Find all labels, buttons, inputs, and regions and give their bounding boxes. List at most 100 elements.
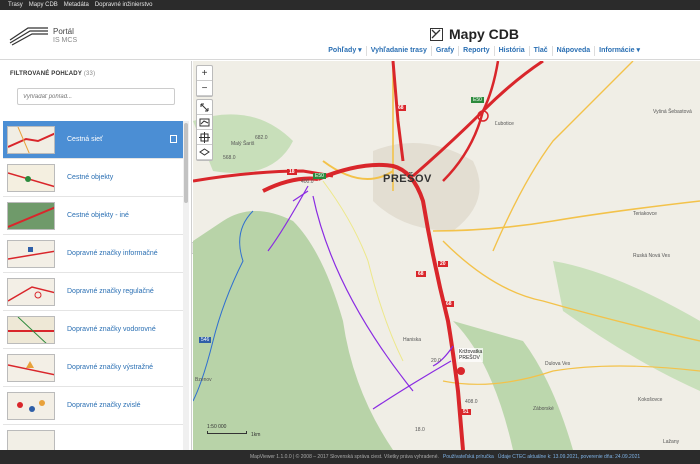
view-item-cestne-objekty[interactable]: Cestné objekty <box>3 159 183 197</box>
view-item-label: Dopravné značky zvislé <box>67 402 141 409</box>
view-thumbnail <box>7 125 55 154</box>
top-link-mapy-cdb[interactable]: Mapy CDB <box>29 2 58 8</box>
elevation-label: 400.0 <box>301 179 314 185</box>
portal-subtitle: IS MCS <box>53 37 78 44</box>
junction-callout: Križovatka PREŠOV <box>458 348 484 362</box>
view-thumbnail <box>7 353 55 382</box>
zoom-in-button[interactable]: + <box>197 66 212 81</box>
top-link-metadata[interactable]: Metadáta <box>64 2 89 8</box>
view-list-scrollbar[interactable] <box>183 121 189 450</box>
place-label: Teriakovce <box>633 211 657 217</box>
nav-napoveda[interactable]: Nápoveda <box>553 46 596 56</box>
elevation-label: 682.0 <box>255 135 268 141</box>
elevation-label: 568.0 <box>223 155 236 161</box>
place-label: Lažany <box>663 439 680 445</box>
place-label: Vyšná Šebastová <box>653 109 692 115</box>
e-road-badge: E50 <box>313 173 326 179</box>
view-list: Cestná sieť Cestné objekty Cestné objekt… <box>3 121 183 450</box>
view-thumbnail <box>7 201 55 230</box>
top-navbar: Trasy Mapy CDB Metadáta Dopravné inžinie… <box>0 0 700 10</box>
nav-grafy[interactable]: Grafy <box>432 46 460 56</box>
app-title: Mapy CDB <box>430 26 519 42</box>
nav-reporty[interactable]: Reporty <box>459 46 495 56</box>
main-nav: Pohľady ▾ Vyhľadanie trasy Grafy Reporty… <box>324 46 644 56</box>
map-grid-icon <box>430 27 443 41</box>
view-item-dz-zvisle[interactable]: Dopravné značky zvislé <box>3 387 183 425</box>
view-item-cestne-objekty-ine[interactable]: Cestné objekty - iné <box>3 197 183 235</box>
scale-bar <box>207 431 247 434</box>
elevation-label: 18.0 <box>415 427 425 433</box>
footer-user-guide-link[interactable]: Používateľská príručka <box>443 454 494 460</box>
place-label: Ruská Nová Ves <box>633 253 670 259</box>
view-thumbnail <box>7 429 55 450</box>
road-badge: 68 <box>416 271 426 277</box>
sidebar-heading-text: FILTROVANÉ POHĽADY <box>10 71 82 77</box>
road-number-badge: 546 <box>199 337 212 343</box>
header: Portál IS MCS Mapy CDB Pohľady ▾ Vyhľada… <box>0 10 700 60</box>
footer: MapViewer 1.1.0.0 | © 2008 – 2017 Sloven… <box>0 450 700 464</box>
view-item-label: Dopravné značky regulačné <box>67 288 154 295</box>
zoom-controls: + − <box>196 65 213 97</box>
view-item-more[interactable] <box>3 425 183 450</box>
extent-icon[interactable] <box>197 130 212 145</box>
view-thumbnail <box>7 391 55 420</box>
view-item-label: Cestné objekty - iné <box>67 212 129 219</box>
view-thumbnail <box>7 239 55 268</box>
app-title-text: Mapy CDB <box>449 26 520 42</box>
road-badge: 51 <box>461 409 471 415</box>
scale-ratio: 1:50 000 <box>207 424 227 430</box>
map-scale: 1:50 000 1km <box>207 424 260 438</box>
map-canvas <box>193 61 700 450</box>
nav-historia[interactable]: História <box>495 46 530 56</box>
zoom-out-button[interactable]: − <box>197 81 212 96</box>
view-item-dz-regulacne[interactable]: Dopravné značky regulačné <box>3 273 183 311</box>
view-item-label: Cestná sieť <box>67 136 103 143</box>
view-item-dz-vystrazne[interactable]: Dopravné značky výstražné <box>3 349 183 387</box>
elevation-label: 20.0 <box>431 358 441 364</box>
footer-copyright: MapViewer 1.1.0.0 | © 2008 – 2017 Sloven… <box>250 454 439 460</box>
nav-pohlady[interactable]: Pohľady ▾ <box>324 46 367 56</box>
top-link-trasy[interactable]: Trasy <box>8 2 23 8</box>
sidebar-count: (33) <box>83 71 96 77</box>
view-thumbnail <box>7 277 55 306</box>
place-label: Ľubotice <box>495 121 514 127</box>
portal-label[interactable]: Portál IS MCS <box>53 27 77 45</box>
nav-informacie[interactable]: Informácie ▾ <box>595 46 644 56</box>
view-thumbnail <box>7 315 55 344</box>
road-badge: 18 <box>287 169 297 175</box>
road-badge: 68 <box>444 301 454 307</box>
place-label: Záborské <box>533 406 554 412</box>
place-label: Kokošovce <box>638 397 663 403</box>
portal-title: Portál <box>53 27 74 36</box>
road-badge: 68 <box>396 105 406 111</box>
footer-data-date-link[interactable]: Údaje CTEC aktuálne k: 13.09.2021, pover… <box>498 454 640 460</box>
map-view[interactable]: PREŠOV Malý Šariš Ľubotice Vyšná Šebasto… <box>193 61 700 450</box>
e-road-badge: E50 <box>471 97 484 103</box>
view-item-label: Dopravné značky informačné <box>67 250 158 257</box>
views-sidebar: FILTROVANÉ POHĽADY (33) Cestná sieť Cest… <box>0 61 192 450</box>
view-item-label: Dopravné značky vodorovné <box>67 326 156 333</box>
view-item-label: Cestné objekty <box>67 174 114 181</box>
layers-icon[interactable] <box>197 145 212 160</box>
place-label: Dulova Ves <box>545 361 571 367</box>
scrollbar-thumb[interactable] <box>184 123 188 203</box>
place-label: Bzenov <box>195 377 212 383</box>
map-tool-buttons <box>196 99 213 161</box>
nav-tlac[interactable]: Tlač <box>530 46 553 56</box>
nav-vyhladanie-trasy[interactable]: Vyhľadanie trasy <box>367 46 432 56</box>
elevation-label: 408.0 <box>465 399 478 405</box>
scale-unit: 1km <box>251 432 261 438</box>
view-item-label: Dopravné značky výstražné <box>67 364 153 371</box>
place-label: Haniska <box>403 337 422 343</box>
view-search-input[interactable] <box>17 88 175 105</box>
legend-icon[interactable] <box>170 135 177 143</box>
top-link-dopravne-inzinierstvo[interactable]: Dopravné inžinierstvo <box>95 2 153 8</box>
fullscreen-icon[interactable] <box>197 100 212 115</box>
view-thumbnail <box>7 163 55 192</box>
view-item-cestna-siet[interactable]: Cestná sieť <box>3 121 183 159</box>
view-item-dz-informacne[interactable]: Dopravné značky informačné <box>3 235 183 273</box>
measure-icon[interactable] <box>197 115 212 130</box>
ssc-logo-icon <box>9 27 48 46</box>
place-label: Malý Šariš <box>231 141 255 147</box>
view-item-dz-vodorovne[interactable]: Dopravné značky vodorovné <box>3 311 183 349</box>
